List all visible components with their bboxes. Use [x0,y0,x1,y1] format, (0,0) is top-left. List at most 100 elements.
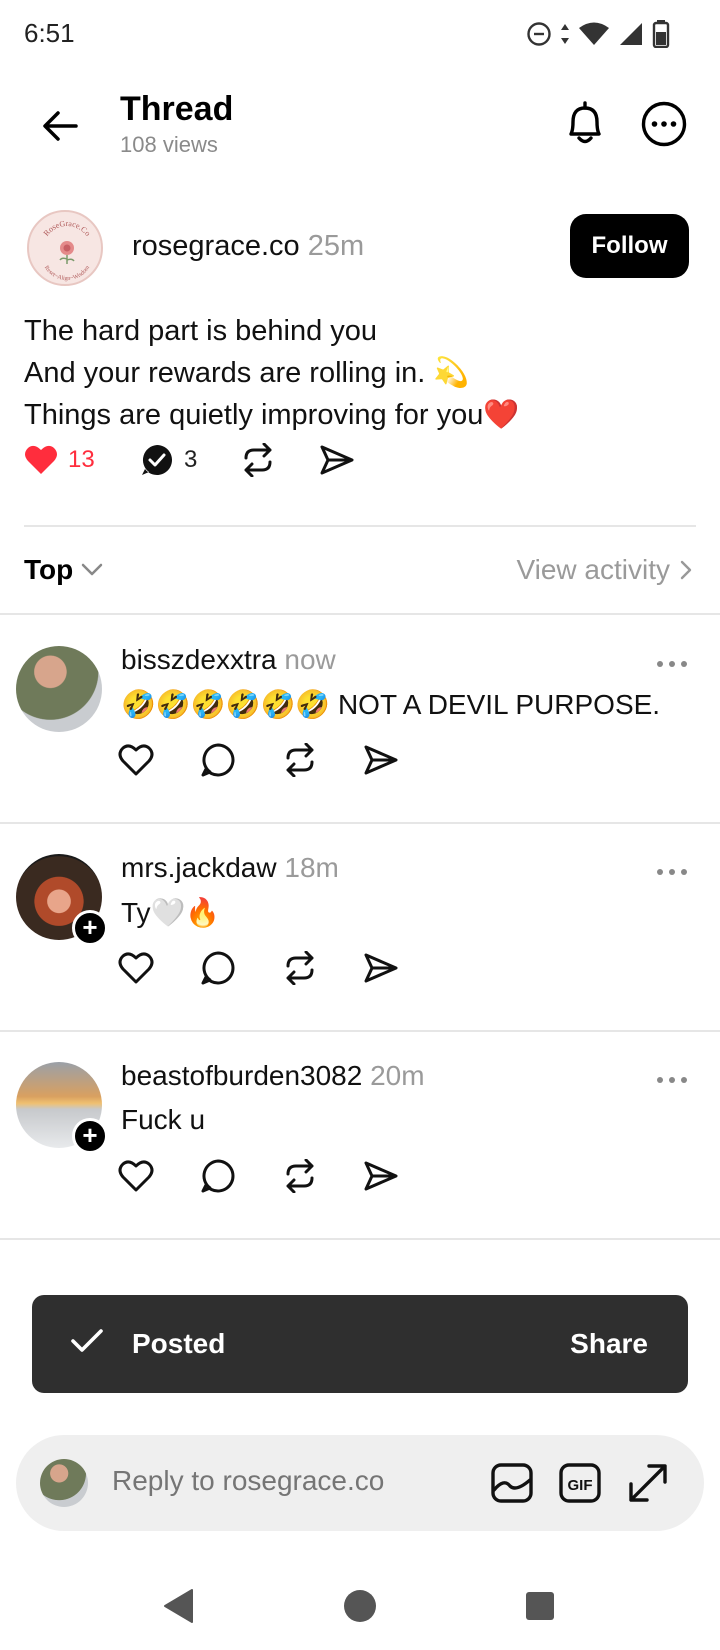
like-count: 13 [68,446,95,473]
rose-logo-icon: RoseGrace.Co Reset~Align~Wisdom [42,219,93,282]
repost-icon [244,443,272,477]
post-username[interactable]: rosegrace.co [132,230,300,262]
divider [0,1238,720,1240]
reply-username[interactable]: bisszdexxtra [121,644,277,675]
reply-bubble-check-icon [142,445,172,475]
repost-icon[interactable] [282,1159,318,1193]
reply-text: Ty🤍🔥 [121,897,221,928]
avatar [40,1459,88,1507]
back-arrow-icon [43,111,78,141]
back-button[interactable] [36,102,84,150]
reply-time: 18m [284,852,339,883]
repost-icon[interactable] [282,743,318,777]
comment-icon[interactable] [200,742,236,778]
svg-text:GIF: GIF [568,1477,593,1494]
reply-button[interactable]: 3 [140,443,240,477]
svg-text:RoseGrace.Co: RoseGrace.Co [42,219,93,238]
more-horizontal-icon [657,1077,687,1083]
post-body: The hard part is behind you And your rew… [24,310,694,436]
data-arrows-icon [561,24,569,44]
expand-button[interactable] [622,1457,674,1509]
nav-back-button[interactable] [154,1582,202,1630]
reply-text: 🤣🤣🤣🤣🤣🤣 NOT A DEVIL PURPOSE. [121,689,661,720]
battery-icon [652,20,670,48]
avatar[interactable]: RoseGrace.Co Reset~Align~Wisdom [27,210,103,286]
avatar[interactable] [16,646,102,732]
status-bar: 6:51 [0,0,720,72]
follow-plus-button[interactable]: + [72,1118,108,1154]
sort-dropdown[interactable]: Top [24,554,103,586]
nav-home-button[interactable] [336,1582,384,1630]
triangle-back-icon [164,1589,193,1623]
repost-icon[interactable] [282,951,318,985]
reply-author: mrs.jackdaw 18m [121,852,339,884]
status-icons [526,20,670,48]
image-icon [491,1463,533,1503]
notifications-button[interactable] [560,98,610,148]
toast-share-button[interactable]: Share [570,1328,648,1360]
more-horizontal-icon [657,661,687,667]
share-button[interactable] [320,445,354,475]
status-time: 6:51 [24,18,75,48]
cell-signal-icon [620,23,642,45]
reply-username[interactable]: beastofburden3082 [121,1060,362,1091]
sort-row: Top View activity [0,540,720,600]
heart-filled-icon [25,445,57,474]
reply-item: + beastofburden3082 20m Fuck u [0,1030,720,1230]
heart-icon[interactable] [118,743,154,777]
like-button[interactable]: 13 [24,444,140,476]
gif-icon: GIF [559,1463,601,1503]
reply-composer: GIF [16,1435,704,1531]
reply-more-button[interactable] [650,860,694,884]
svg-text:Reset~Align~Wisdom: Reset~Align~Wisdom [43,265,91,282]
more-circle-icon [641,101,687,147]
expand-icon [629,1464,667,1502]
comment-icon[interactable] [200,1158,236,1194]
follow-plus-button[interactable]: + [72,910,108,946]
repost-button[interactable] [240,443,320,477]
reply-actions [118,950,398,986]
do-not-disturb-icon [527,22,551,46]
send-icon[interactable] [364,1161,398,1191]
reply-more-button[interactable] [650,652,694,676]
square-recents-icon [526,1592,554,1620]
reply-author: beastofburden3082 20m [121,1060,425,1092]
reply-count: 3 [184,446,198,473]
view-activity-label: View activity [516,554,670,585]
send-icon[interactable] [364,745,398,775]
reply-actions [118,1158,398,1194]
more-horizontal-icon [657,869,687,875]
sort-label: Top [24,554,74,585]
post-line: And your rewards are rolling in. 💫 [24,357,470,389]
divider [24,525,696,527]
heart-icon[interactable] [118,951,154,985]
toast-message: Posted [132,1328,226,1359]
attach-image-button[interactable] [486,1457,538,1509]
thread-header: Thread 108 views [0,72,720,182]
chevron-right-icon [680,560,692,580]
check-icon [71,1329,103,1352]
view-activity-link[interactable]: View activity [516,554,692,586]
reply-text: Fuck u [121,1104,206,1135]
comment-icon[interactable] [200,950,236,986]
bell-icon [569,101,601,144]
post-actions: 13 3 [24,438,354,482]
nav-recents-button[interactable] [516,1582,564,1630]
follow-button[interactable]: Follow [570,214,689,278]
reply-input[interactable] [112,1465,452,1497]
reply-time: now [284,644,336,675]
reply-more-button[interactable] [650,1068,694,1092]
system-nav-bar [0,1560,720,1650]
post-line: Things are quietly improving for you❤️ [24,399,520,431]
post-author: rosegrace.co 25m [132,230,364,263]
reply-item: + mrs.jackdaw 18m Ty🤍🔥 [0,822,720,1022]
reply-username[interactable]: mrs.jackdaw [121,852,277,883]
chevron-down-icon [81,563,103,576]
reply-actions [118,742,398,778]
more-options-button[interactable] [638,98,690,150]
send-icon[interactable] [364,953,398,983]
post-line: The hard part is behind you [24,315,378,347]
reply-item: bisszdexxtra now 🤣🤣🤣🤣🤣🤣 NOT A DEVIL PURP… [0,614,720,814]
heart-icon[interactable] [118,1159,154,1193]
gif-button[interactable]: GIF [554,1457,606,1509]
